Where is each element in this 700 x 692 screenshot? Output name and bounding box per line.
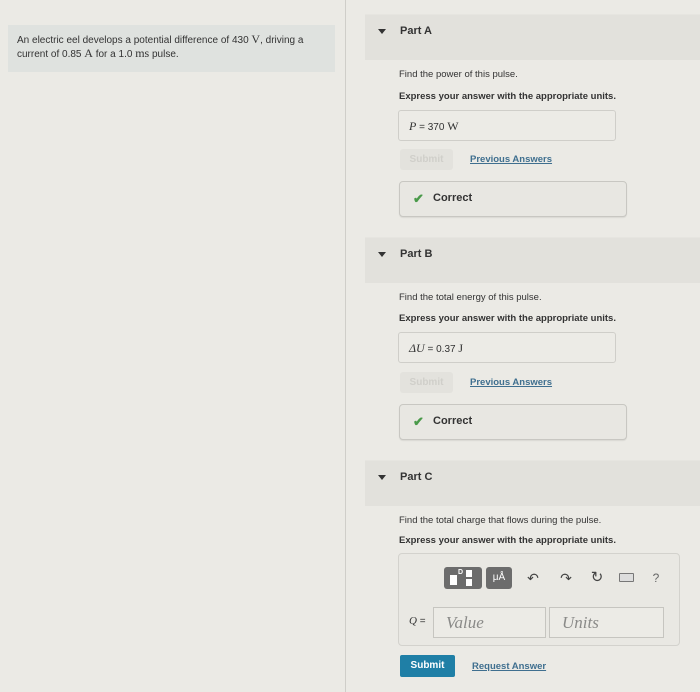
check-icon: ✔ xyxy=(413,191,424,206)
part-c-header[interactable]: Part C xyxy=(365,460,700,506)
part-a-feedback: ✔ Correct xyxy=(399,181,627,217)
answer-variable: ΔU xyxy=(409,341,425,355)
part-a-instruction: Express your answer with the appropriate… xyxy=(399,91,616,102)
collapse-triangle-icon[interactable] xyxy=(378,252,386,257)
parts-pane: Part A Find the power of this pulse. Exp… xyxy=(347,0,700,692)
answer-value: 370 xyxy=(427,122,445,133)
problem-text: pulse. xyxy=(152,49,179,60)
part-b-answer: ΔU = 0.37 J xyxy=(398,332,616,363)
answer-label: Q = xyxy=(409,615,426,627)
templates-icon-part xyxy=(466,579,472,586)
part-c-answer-panel: D μÅ ↶ ↷ ↻ ? Q = xyxy=(398,553,680,646)
problem-text: for a 1.0 xyxy=(95,49,133,60)
request-answer-link[interactable]: Request Answer xyxy=(472,661,546,672)
units-input[interactable] xyxy=(549,607,664,638)
answer-value: 0.37 xyxy=(436,344,456,355)
equals-sign: = xyxy=(419,122,425,133)
page: An electric eel develops a potential dif… xyxy=(0,0,700,692)
part-b-question: Find the total energy of this pulse. xyxy=(399,292,542,303)
part-a-title: Part A xyxy=(400,25,432,37)
part-b-title: Part B xyxy=(400,248,433,260)
unit-ms: ms xyxy=(135,46,150,60)
part-b-feedback: ✔ Correct xyxy=(399,404,627,440)
part-c-question: Find the total charge that flows during … xyxy=(399,515,602,526)
value-input[interactable] xyxy=(433,607,546,638)
feedback-label: Correct xyxy=(433,192,473,204)
unit-volts: V xyxy=(251,32,261,46)
templates-icon-part xyxy=(466,570,472,577)
part-c-title: Part C xyxy=(400,471,433,483)
part-a-answer: P = 370 W xyxy=(398,110,616,141)
unit-amps: A xyxy=(84,46,93,60)
part-b-submit-button[interactable]: Submit xyxy=(400,372,453,393)
part-b-header[interactable]: Part B xyxy=(365,237,700,283)
math-toolbar: D μÅ ↶ ↷ ↻ ? xyxy=(436,564,666,592)
part-a-previous-answers-link[interactable]: Previous Answers xyxy=(470,154,552,165)
problem-text: An electric eel develops a potential dif… xyxy=(17,35,249,46)
templates-button[interactable]: D xyxy=(444,567,482,589)
answer-unit: W xyxy=(447,119,459,133)
equals-sign: = xyxy=(419,616,426,627)
check-icon: ✔ xyxy=(413,414,424,429)
answer-variable: Q xyxy=(409,615,417,627)
part-a-submit-button[interactable]: Submit xyxy=(400,149,453,170)
answer-unit: J xyxy=(458,341,464,355)
units-button[interactable]: μÅ xyxy=(486,567,512,589)
keyboard-icon[interactable] xyxy=(619,573,634,582)
templates-icon xyxy=(450,575,457,585)
answer-variable: P xyxy=(409,119,417,133)
part-c-submit-button[interactable]: Submit xyxy=(400,655,455,677)
equals-sign: = xyxy=(427,344,434,355)
part-b-instruction: Express your answer with the appropriate… xyxy=(399,313,616,324)
feedback-label: Correct xyxy=(433,415,473,427)
undo-icon[interactable]: ↶ xyxy=(524,568,542,588)
collapse-triangle-icon[interactable] xyxy=(378,29,386,34)
problem-statement: An electric eel develops a potential dif… xyxy=(8,25,335,72)
reset-icon[interactable]: ↻ xyxy=(588,568,606,588)
part-a-question: Find the power of this pulse. xyxy=(399,69,518,80)
part-b-previous-answers-link[interactable]: Previous Answers xyxy=(470,377,552,388)
templates-glyph: D xyxy=(458,569,464,576)
collapse-triangle-icon[interactable] xyxy=(378,475,386,480)
help-icon[interactable]: ? xyxy=(647,568,665,588)
redo-icon[interactable]: ↷ xyxy=(557,568,575,588)
part-a-header[interactable]: Part A xyxy=(365,14,700,60)
problem-pane: An electric eel develops a potential dif… xyxy=(0,0,346,692)
part-c-instruction: Express your answer with the appropriate… xyxy=(399,535,616,546)
